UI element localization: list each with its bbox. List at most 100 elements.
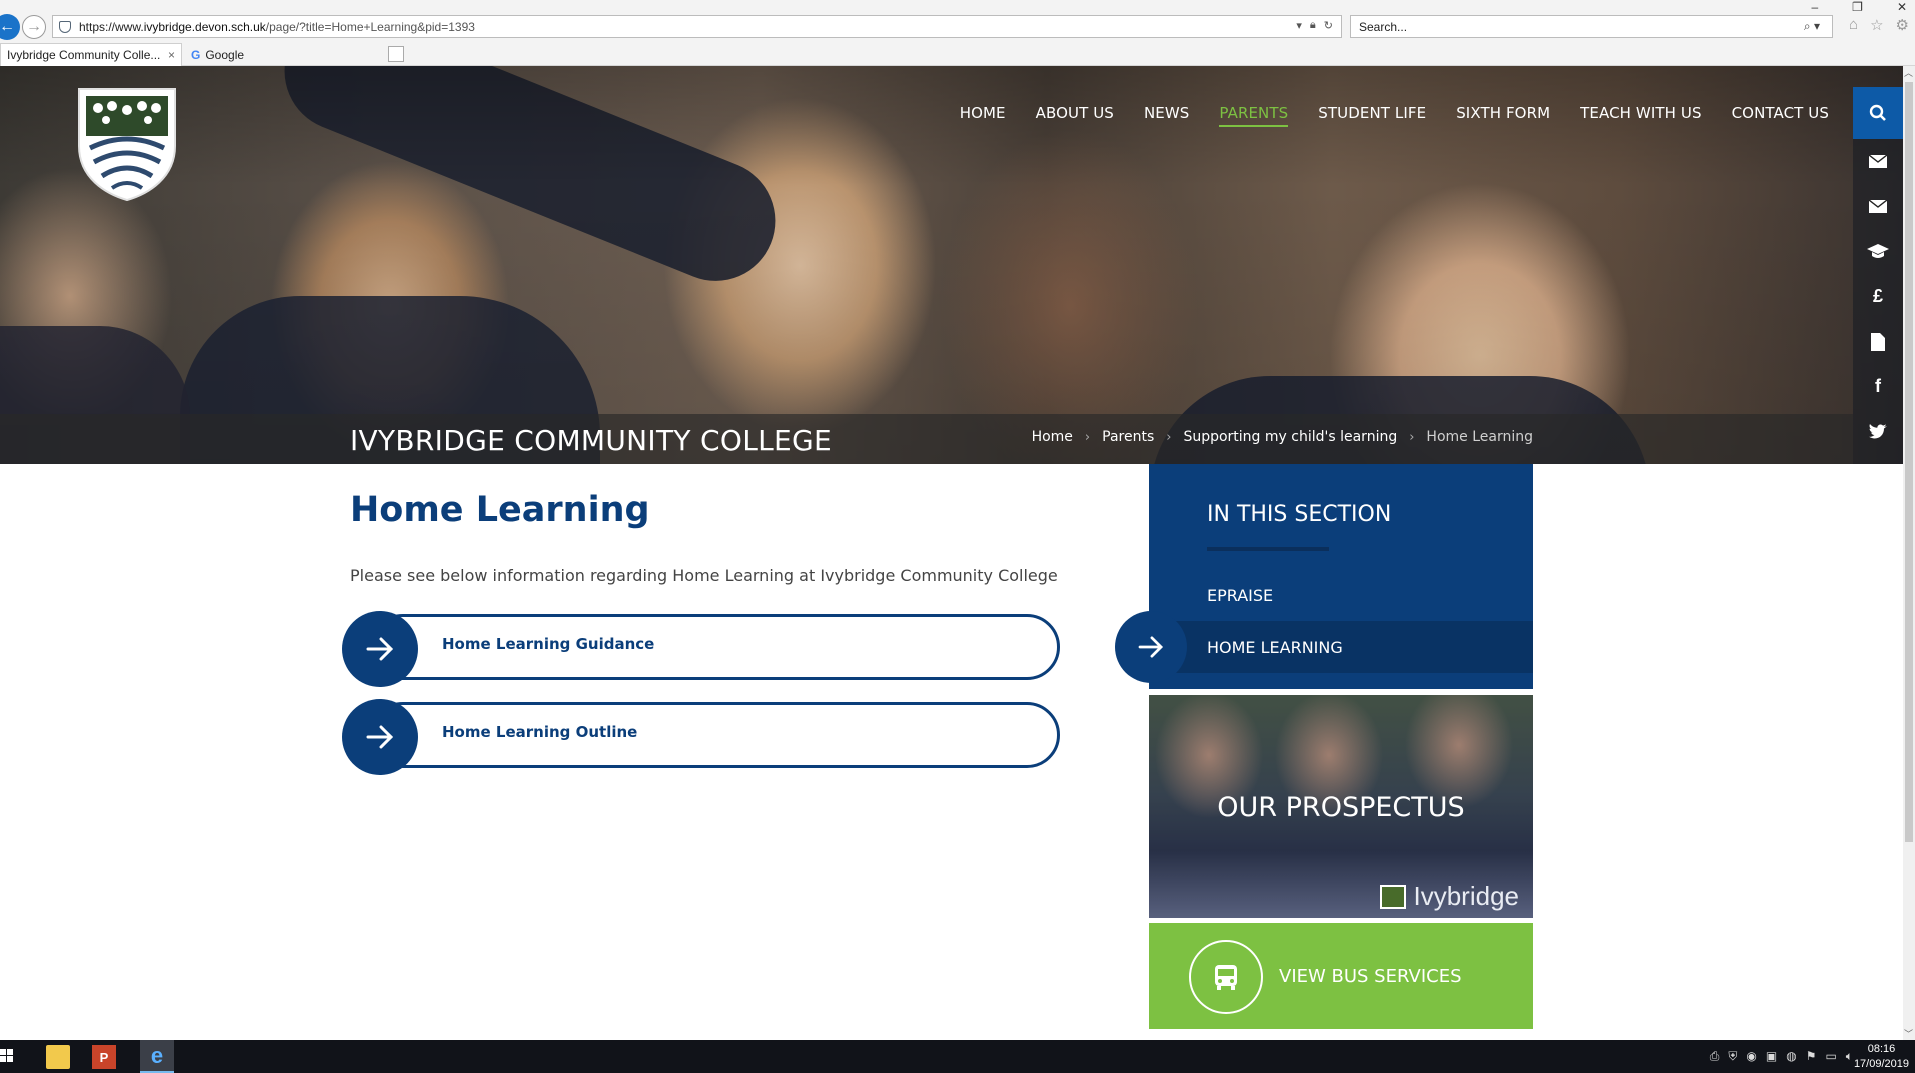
school-crest-logo[interactable] xyxy=(76,86,178,202)
nav-news[interactable]: NEWS xyxy=(1144,104,1189,127)
arrow-right-icon xyxy=(342,699,418,775)
lock-icon[interactable]: 🔒︎ xyxy=(1310,19,1316,32)
nav-about-us[interactable]: ABOUT US xyxy=(1036,104,1114,127)
refresh-icon[interactable]: ↻ xyxy=(1324,19,1333,32)
nav-teach-with-us[interactable]: TEACH WITH US xyxy=(1580,104,1701,127)
address-bar[interactable]: https://www. ivybridge.devon.sch.uk/page/… xyxy=(52,15,1342,38)
nav-sixth-form[interactable]: SIXTH FORM xyxy=(1456,104,1550,127)
volume-icon[interactable]: 🔈︎ xyxy=(1846,1049,1853,1064)
prospectus-title: OUR PROSPECTUS xyxy=(1217,792,1465,823)
nav-home[interactable]: HOME xyxy=(960,104,1006,127)
scroll-down-icon[interactable]: ﹀ xyxy=(1904,1027,1913,1040)
favorites-star-icon[interactable]: ☆ xyxy=(1870,16,1883,34)
clock-time: 08:16 xyxy=(1867,1043,1896,1055)
nav-student-life[interactable]: STUDENT LIFE xyxy=(1318,104,1426,127)
search-icon[interactable] xyxy=(1853,87,1903,139)
section-item-home-learning[interactable]: HOME LEARNING xyxy=(1207,638,1343,657)
forward-button[interactable]: → xyxy=(22,15,46,39)
minimize-icon[interactable]: – xyxy=(1811,0,1818,14)
section-item-epraise[interactable]: EPRAISE xyxy=(1207,586,1273,605)
chrome-tray-icon[interactable]: ◍ xyxy=(1786,1049,1796,1064)
graduation-cap-icon[interactable] xyxy=(1853,229,1903,274)
pound-icon[interactable]: £ xyxy=(1853,274,1903,319)
home-learning-outline-link[interactable]: Home Learning Outline xyxy=(342,699,1070,775)
home-icon[interactable]: ⌂ xyxy=(1849,16,1858,34)
internet-explorer-icon[interactable]: e xyxy=(140,1040,174,1073)
quick-links-rail: £ f xyxy=(1853,87,1903,464)
site-name: IVYBRIDGE COMMUNITY COLLEGE xyxy=(350,424,832,457)
breadcrumb-home[interactable]: Home xyxy=(1032,429,1073,445)
network-icon[interactable]: ◉ xyxy=(1746,1049,1756,1064)
main-nav: HOME ABOUT US NEWS PARENTS STUDENT LIFE … xyxy=(960,104,1829,127)
chevron-right-icon: › xyxy=(1166,429,1172,445)
facebook-icon[interactable]: f xyxy=(1853,364,1903,409)
site-shield-icon xyxy=(59,20,71,33)
settings-gear-icon[interactable]: ⚙ xyxy=(1896,16,1909,34)
browser-chrome: – ❐ ✕ ← → https://www. ivybridge.devon.sc… xyxy=(0,0,1915,66)
arrow-right-icon xyxy=(1115,611,1187,683)
security-shield-icon[interactable]: ⛨ xyxy=(1728,1049,1737,1064)
window-controls: – ❐ ✕ xyxy=(1811,0,1907,14)
link-label: Home Learning Guidance xyxy=(442,635,655,653)
browser-search-input[interactable]: Search... ⌕ ▾ xyxy=(1350,15,1833,38)
page-title: Home Learning xyxy=(350,490,650,530)
link-label: Home Learning Outline xyxy=(442,723,638,741)
system-tray: ⎙ ⛨ ◉ ▣ ◍ ⚑ ▭ 🔈︎ xyxy=(1710,1049,1853,1064)
envelope-icon[interactable] xyxy=(1853,184,1903,229)
breadcrumb-parents[interactable]: Parents xyxy=(1102,429,1154,445)
flag-icon[interactable]: ⚑ xyxy=(1806,1049,1817,1064)
url-path: /page/?title=Home+Learning&pid=1393 xyxy=(265,19,475,34)
home-learning-guidance-link[interactable]: Home Learning Guidance xyxy=(342,611,1070,687)
printer-icon[interactable]: ⎙ xyxy=(1710,1049,1720,1064)
main-content: Home Learning Please see below informati… xyxy=(342,464,1070,775)
arrow-left-icon: ← xyxy=(0,18,15,35)
nav-parents[interactable]: PARENTS xyxy=(1219,104,1289,127)
envelope-icon[interactable] xyxy=(1853,139,1903,184)
google-favicon-icon: G xyxy=(191,47,201,62)
tab-label: Google xyxy=(205,47,245,62)
close-icon[interactable]: ✕ xyxy=(1897,0,1907,14)
tab-close-icon[interactable]: × xyxy=(168,48,175,62)
search-icon[interactable]: ⌕ ▾ xyxy=(1804,19,1820,34)
prospectus-card[interactable]: OUR PROSPECTUS Ivybridge xyxy=(1149,695,1533,918)
app-tray-icon[interactable]: ▣ xyxy=(1766,1049,1777,1064)
tab-ivybridge[interactable]: Ivybridge Community Colle... × xyxy=(0,43,182,66)
crest-mini-icon xyxy=(1379,884,1406,909)
chevron-right-icon: › xyxy=(1084,429,1091,445)
section-divider xyxy=(1207,547,1329,551)
clock-date: 17/09/2019 xyxy=(1853,1058,1909,1070)
twitter-icon[interactable] xyxy=(1853,409,1903,454)
in-this-section-panel: IN THIS SECTION EPRAISE HOME LEARNING xyxy=(1149,464,1533,689)
arrow-right-icon xyxy=(342,611,418,687)
url-prefix: https://www. xyxy=(79,19,144,34)
back-button[interactable]: ← xyxy=(0,14,20,40)
windows-start-icon[interactable] xyxy=(0,1048,14,1064)
display-icon[interactable]: ▭ xyxy=(1825,1049,1836,1064)
search-placeholder: Search... xyxy=(1359,20,1408,34)
dropdown-icon[interactable]: ▾ xyxy=(1296,19,1302,32)
breadcrumb: Home › Parents › Supporting my child's l… xyxy=(1032,429,1533,445)
page-header-bar: IVYBRIDGE COMMUNITY COLLEGE Home › Paren… xyxy=(0,414,1853,464)
scroll-up-icon[interactable]: ︿ xyxy=(1904,66,1913,79)
system-clock[interactable]: 08:16 17/09/2019 xyxy=(1854,1042,1909,1072)
powerpoint-icon[interactable]: P xyxy=(92,1045,116,1069)
bus-icon xyxy=(1189,940,1263,1014)
prospectus-brand-logo: Ivybridge xyxy=(1379,881,1520,912)
breadcrumb-supporting-learning[interactable]: Supporting my child's learning xyxy=(1183,429,1397,445)
bus-services-label: VIEW BUS SERVICES xyxy=(1279,966,1462,987)
scrollbar-thumb[interactable] xyxy=(1905,82,1913,842)
windows-taskbar: P e ⎙ ⛨ ◉ ▣ ◍ ⚑ ▭ 🔈︎ 08:16 17/09/2019 xyxy=(0,1040,1915,1073)
bus-services-card[interactable]: VIEW BUS SERVICES xyxy=(1149,923,1533,1029)
nav-contact-us[interactable]: CONTACT US xyxy=(1732,104,1829,127)
file-explorer-icon[interactable] xyxy=(46,1045,70,1069)
prospectus-brand: Ivybridge xyxy=(1413,881,1520,911)
tab-label: Ivybridge Community Colle... xyxy=(7,48,161,62)
restore-icon[interactable]: ❐ xyxy=(1852,0,1863,14)
new-tab-button[interactable] xyxy=(388,46,404,62)
tab-google[interactable]: G Google xyxy=(185,43,385,66)
section-title: IN THIS SECTION xyxy=(1207,502,1392,527)
intro-text: Please see below information regarding H… xyxy=(350,566,1058,585)
breadcrumb-current: Home Learning xyxy=(1426,429,1533,445)
document-icon[interactable] xyxy=(1853,319,1903,364)
page-scrollbar[interactable]: ︿ ﹀ xyxy=(1903,66,1915,1040)
